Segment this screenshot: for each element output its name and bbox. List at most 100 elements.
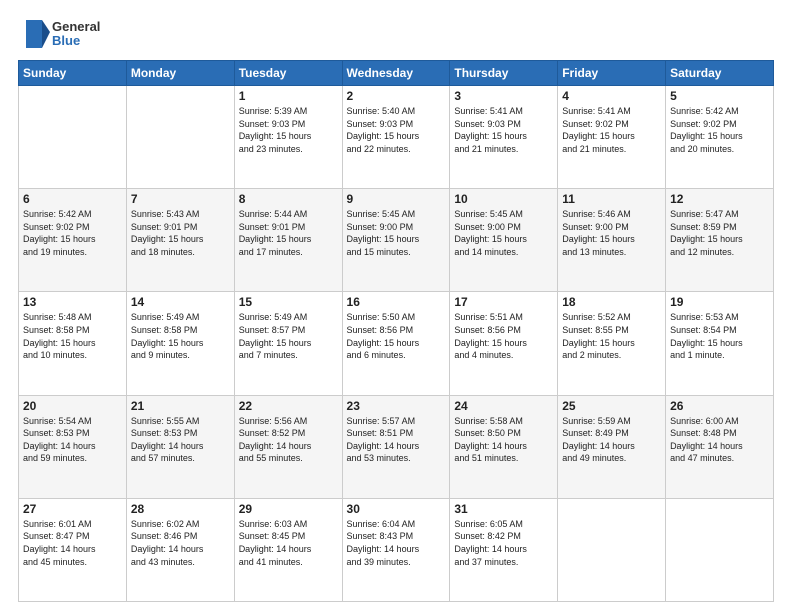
day-number: 10 xyxy=(454,192,553,206)
weekday-header-friday: Friday xyxy=(558,61,666,86)
calendar-cell: 4 Sunrise: 5:41 AM Sunset: 9:02 PM Daylig… xyxy=(558,86,666,189)
calendar-cell: 9 Sunrise: 5:45 AM Sunset: 9:00 PM Daylig… xyxy=(342,189,450,292)
day-number: 2 xyxy=(347,89,446,103)
day-info: Sunrise: 5:57 AM Sunset: 8:51 PM Dayligh… xyxy=(347,415,446,465)
day-number: 17 xyxy=(454,295,553,309)
calendar-cell: 10 Sunrise: 5:45 AM Sunset: 9:00 PM Dayli… xyxy=(450,189,558,292)
calendar-body: 1 Sunrise: 5:39 AM Sunset: 9:03 PM Daylig… xyxy=(19,86,774,602)
calendar-cell: 22Sunrise: 5:56 AM Sunset: 8:52 PM Dayli… xyxy=(234,395,342,498)
day-number: 25 xyxy=(562,399,661,413)
calendar-cell: 30 Sunrise: 6:04 AM Sunset: 8:43 PM Dayli… xyxy=(342,498,450,601)
day-info: Sunrise: 5:46 AM Sunset: 9:00 PM Dayligh… xyxy=(562,208,661,258)
calendar-cell: 27 Sunrise: 6:01 AM Sunset: 8:47 PM Dayli… xyxy=(19,498,127,601)
calendar-header: SundayMondayTuesdayWednesdayThursdayFrid… xyxy=(19,61,774,86)
weekday-header-monday: Monday xyxy=(126,61,234,86)
calendar-cell: 7Sunrise: 5:43 AM Sunset: 9:01 PM Daylig… xyxy=(126,189,234,292)
calendar-cell: 14 Sunrise: 5:49 AM Sunset: 8:58 PM Dayli… xyxy=(126,292,234,395)
day-info: Sunrise: 6:01 AM Sunset: 8:47 PM Dayligh… xyxy=(23,518,122,568)
day-number: 3 xyxy=(454,89,553,103)
logo-general: General xyxy=(52,20,100,34)
calendar-cell: 2 Sunrise: 5:40 AM Sunset: 9:03 PM Daylig… xyxy=(342,86,450,189)
day-info: Sunrise: 5:40 AM Sunset: 9:03 PM Dayligh… xyxy=(347,105,446,155)
weekday-header-row: SundayMondayTuesdayWednesdayThursdayFrid… xyxy=(19,61,774,86)
day-info: Sunrise: 5:59 AM Sunset: 8:49 PM Dayligh… xyxy=(562,415,661,465)
day-number: 21 xyxy=(131,399,230,413)
day-number: 20 xyxy=(23,399,122,413)
day-number: 15 xyxy=(239,295,338,309)
day-info: Sunrise: 5:49 AM Sunset: 8:57 PM Dayligh… xyxy=(239,311,338,361)
day-number: 1 xyxy=(239,89,338,103)
day-info: Sunrise: 6:05 AM Sunset: 8:42 PM Dayligh… xyxy=(454,518,553,568)
calendar-cell xyxy=(19,86,127,189)
calendar-cell xyxy=(558,498,666,601)
day-number: 13 xyxy=(23,295,122,309)
day-info: Sunrise: 5:48 AM Sunset: 8:58 PM Dayligh… xyxy=(23,311,122,361)
day-number: 30 xyxy=(347,502,446,516)
day-number: 6 xyxy=(23,192,122,206)
weekday-header-wednesday: Wednesday xyxy=(342,61,450,86)
calendar-cell: 17 Sunrise: 5:51 AM Sunset: 8:56 PM Dayli… xyxy=(450,292,558,395)
day-number: 28 xyxy=(131,502,230,516)
day-number: 29 xyxy=(239,502,338,516)
day-number: 18 xyxy=(562,295,661,309)
day-info: Sunrise: 5:52 AM Sunset: 8:55 PM Dayligh… xyxy=(562,311,661,361)
calendar-cell: 21 Sunrise: 5:55 AM Sunset: 8:53 PM Dayli… xyxy=(126,395,234,498)
day-number: 7 xyxy=(131,192,230,206)
day-info: Sunrise: 5:54 AM Sunset: 8:53 PM Dayligh… xyxy=(23,415,122,465)
calendar-cell: 31 Sunrise: 6:05 AM Sunset: 8:42 PM Dayli… xyxy=(450,498,558,601)
calendar-cell: 20 Sunrise: 5:54 AM Sunset: 8:53 PM Dayli… xyxy=(19,395,127,498)
day-info: Sunrise: 6:04 AM Sunset: 8:43 PM Dayligh… xyxy=(347,518,446,568)
day-number: 12 xyxy=(670,192,769,206)
calendar-cell: 28Sunrise: 6:02 AM Sunset: 8:46 PM Dayli… xyxy=(126,498,234,601)
day-info: Sunrise: 5:45 AM Sunset: 9:00 PM Dayligh… xyxy=(454,208,553,258)
day-number: 23 xyxy=(347,399,446,413)
day-info: Sunrise: 5:50 AM Sunset: 8:56 PM Dayligh… xyxy=(347,311,446,361)
day-info: Sunrise: 5:41 AM Sunset: 9:02 PM Dayligh… xyxy=(562,105,661,155)
day-number: 4 xyxy=(562,89,661,103)
week-row-2: 6 Sunrise: 5:42 AM Sunset: 9:02 PM Daylig… xyxy=(19,189,774,292)
day-number: 11 xyxy=(562,192,661,206)
header: GeneralBlue xyxy=(18,16,774,52)
logo: GeneralBlue xyxy=(18,16,100,52)
calendar-cell xyxy=(126,86,234,189)
calendar-cell: 1 Sunrise: 5:39 AM Sunset: 9:03 PM Daylig… xyxy=(234,86,342,189)
day-info: Sunrise: 5:44 AM Sunset: 9:01 PM Dayligh… xyxy=(239,208,338,258)
calendar-cell: 25 Sunrise: 5:59 AM Sunset: 8:49 PM Dayli… xyxy=(558,395,666,498)
calendar-cell: 6 Sunrise: 5:42 AM Sunset: 9:02 PM Daylig… xyxy=(19,189,127,292)
day-info: Sunrise: 5:45 AM Sunset: 9:00 PM Dayligh… xyxy=(347,208,446,258)
calendar-cell: 29Sunrise: 6:03 AM Sunset: 8:45 PM Dayli… xyxy=(234,498,342,601)
calendar-cell: 15 Sunrise: 5:49 AM Sunset: 8:57 PM Dayli… xyxy=(234,292,342,395)
calendar-cell: 11 Sunrise: 5:46 AM Sunset: 9:00 PM Dayli… xyxy=(558,189,666,292)
calendar-cell xyxy=(666,498,774,601)
weekday-header-saturday: Saturday xyxy=(666,61,774,86)
day-info: Sunrise: 5:42 AM Sunset: 9:02 PM Dayligh… xyxy=(23,208,122,258)
calendar-cell: 19Sunrise: 5:53 AM Sunset: 8:54 PM Dayli… xyxy=(666,292,774,395)
day-info: Sunrise: 5:56 AM Sunset: 8:52 PM Dayligh… xyxy=(239,415,338,465)
day-info: Sunrise: 5:55 AM Sunset: 8:53 PM Dayligh… xyxy=(131,415,230,465)
day-number: 31 xyxy=(454,502,553,516)
day-number: 27 xyxy=(23,502,122,516)
day-number: 5 xyxy=(670,89,769,103)
day-number: 8 xyxy=(239,192,338,206)
day-info: Sunrise: 5:47 AM Sunset: 8:59 PM Dayligh… xyxy=(670,208,769,258)
logo-icon xyxy=(18,16,50,52)
day-info: Sunrise: 5:58 AM Sunset: 8:50 PM Dayligh… xyxy=(454,415,553,465)
day-number: 19 xyxy=(670,295,769,309)
calendar-cell: 12 Sunrise: 5:47 AM Sunset: 8:59 PM Dayli… xyxy=(666,189,774,292)
calendar-cell: 26Sunrise: 6:00 AM Sunset: 8:48 PM Dayli… xyxy=(666,395,774,498)
calendar-cell: 8 Sunrise: 5:44 AM Sunset: 9:01 PM Daylig… xyxy=(234,189,342,292)
calendar-cell: 5 Sunrise: 5:42 AM Sunset: 9:02 PM Daylig… xyxy=(666,86,774,189)
weekday-header-sunday: Sunday xyxy=(19,61,127,86)
day-info: Sunrise: 5:49 AM Sunset: 8:58 PM Dayligh… xyxy=(131,311,230,361)
day-info: Sunrise: 5:51 AM Sunset: 8:56 PM Dayligh… xyxy=(454,311,553,361)
day-number: 9 xyxy=(347,192,446,206)
day-info: Sunrise: 5:39 AM Sunset: 9:03 PM Dayligh… xyxy=(239,105,338,155)
day-number: 14 xyxy=(131,295,230,309)
day-info: Sunrise: 5:42 AM Sunset: 9:02 PM Dayligh… xyxy=(670,105,769,155)
day-number: 26 xyxy=(670,399,769,413)
calendar-cell: 24 Sunrise: 5:58 AM Sunset: 8:50 PM Dayli… xyxy=(450,395,558,498)
logo-blue: Blue xyxy=(52,34,100,48)
page: GeneralBlue SundayMondayTuesdayWednesday… xyxy=(0,0,792,612)
day-number: 24 xyxy=(454,399,553,413)
week-row-1: 1 Sunrise: 5:39 AM Sunset: 9:03 PM Daylig… xyxy=(19,86,774,189)
